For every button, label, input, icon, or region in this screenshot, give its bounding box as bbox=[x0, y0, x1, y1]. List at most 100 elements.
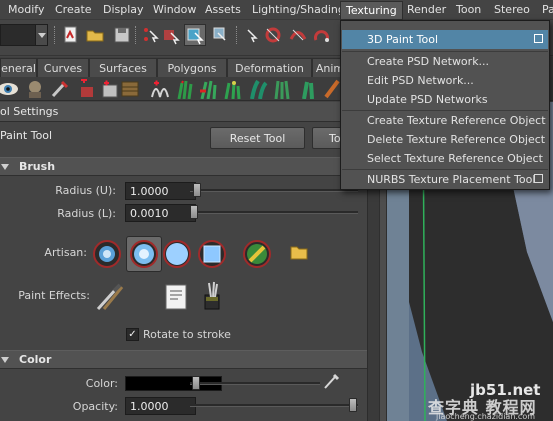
flowers-icon[interactable] bbox=[222, 79, 242, 100]
paint-brush-icon[interactable] bbox=[50, 79, 70, 99]
menu-item-update-psd-networks[interactable]: Update PSD Networks bbox=[342, 90, 548, 109]
grass-icon[interactable] bbox=[176, 79, 196, 100]
select-object-icon[interactable] bbox=[160, 24, 182, 46]
head-icon[interactable] bbox=[25, 79, 45, 99]
brush-profile-square-icon[interactable] bbox=[197, 239, 227, 269]
watermark-url: jiaocheng.chazidian.com bbox=[436, 412, 536, 421]
collapse-triangle-icon[interactable] bbox=[1, 164, 9, 170]
color-slider-handle[interactable] bbox=[192, 376, 200, 390]
radius-l-field[interactable]: 0.0010 bbox=[125, 204, 196, 222]
brush-presets-icon[interactable] bbox=[164, 283, 188, 311]
menu-lighting-shading[interactable]: Lighting/Shading bbox=[252, 3, 345, 16]
menu-item-label: Create Texture Reference Object bbox=[367, 114, 546, 127]
opacity-slider-handle[interactable] bbox=[349, 398, 357, 412]
menu-display[interactable]: Display bbox=[103, 3, 144, 16]
paint-brushes-icon[interactable] bbox=[94, 283, 126, 311]
radius-u-slider-track[interactable] bbox=[190, 189, 358, 192]
menu-toon[interactable]: Toon bbox=[456, 3, 481, 16]
menu-window[interactable]: Window bbox=[153, 3, 196, 16]
toolbar-separator bbox=[135, 26, 137, 44]
brush-section-header[interactable]: Brush bbox=[0, 157, 367, 176]
component-mode-icon[interactable] bbox=[210, 24, 232, 46]
rotate-to-stroke-checkbox[interactable]: ✓ bbox=[126, 328, 139, 341]
select-component-icon[interactable] bbox=[184, 24, 206, 46]
menu-item-create-texture-reference[interactable]: Create Texture Reference Object bbox=[342, 111, 548, 130]
brush-strokes-icon[interactable] bbox=[150, 79, 170, 99]
brush-profile-image-icon[interactable] bbox=[242, 239, 272, 269]
menu-render[interactable]: Render bbox=[407, 3, 446, 16]
collapse-triangle-icon[interactable] bbox=[1, 357, 9, 363]
snap-point-icon[interactable] bbox=[311, 24, 333, 46]
menu-bar: Modify Create Display Window Assets Ligh… bbox=[0, 0, 553, 20]
brush-profile-solid-icon[interactable] bbox=[162, 239, 192, 269]
folder-icon[interactable] bbox=[290, 244, 308, 260]
menu-item-create-psd-network[interactable]: Create PSD Network... bbox=[342, 52, 548, 71]
menu-item-label: NURBS Texture Placement Tool bbox=[367, 173, 536, 186]
brush-profile-gaussian-icon[interactable] bbox=[129, 239, 159, 269]
reset-tool-button[interactable]: Reset Tool bbox=[210, 127, 305, 149]
radius-l-slider-handle[interactable] bbox=[190, 205, 198, 219]
toolbar-separator bbox=[54, 26, 56, 44]
menu-assets[interactable]: Assets bbox=[205, 3, 241, 16]
color-label: Color: bbox=[85, 377, 118, 390]
menu-modify[interactable]: Modify bbox=[8, 3, 44, 16]
menu-item-select-texture-reference[interactable]: Select Texture Reference Object bbox=[342, 149, 548, 168]
new-scene-icon[interactable] bbox=[60, 24, 82, 46]
radius-u-label: Radius (U): bbox=[55, 184, 116, 197]
menu-item-label: Select Texture Reference Object bbox=[367, 152, 543, 165]
eyedropper-icon[interactable] bbox=[322, 372, 340, 390]
menu-item-delete-texture-reference[interactable]: Delete Texture Reference Object bbox=[342, 130, 548, 149]
tab-general[interactable]: eneral bbox=[0, 58, 37, 77]
menu-item-nurbs-texture-placement[interactable]: NURBS Texture Placement Tool bbox=[342, 170, 548, 189]
paint-box-icon[interactable] bbox=[100, 79, 120, 99]
tab-polygons[interactable]: Polygons bbox=[157, 58, 227, 77]
opacity-slider-track[interactable] bbox=[190, 404, 358, 407]
open-folder-icon[interactable] bbox=[84, 24, 106, 46]
select-by-handle-icon[interactable] bbox=[242, 24, 264, 46]
brush-profile-soft-icon[interactable] bbox=[92, 239, 122, 269]
menu-item-edit-psd-network[interactable]: Edit PSD Network... bbox=[342, 71, 548, 90]
save-icon[interactable] bbox=[111, 24, 133, 46]
radius-l-label: Radius (L): bbox=[57, 207, 116, 220]
menu-set-dropdown[interactable] bbox=[0, 24, 48, 46]
plants-icon[interactable] bbox=[198, 79, 218, 100]
select-hierarchy-icon[interactable] bbox=[140, 24, 162, 46]
option-box-icon[interactable] bbox=[534, 174, 543, 183]
tab-surfaces[interactable]: Surfaces bbox=[89, 58, 157, 77]
texture-crate-icon[interactable] bbox=[120, 79, 140, 99]
snap-curve-icon[interactable] bbox=[287, 24, 309, 46]
menu-create[interactable]: Create bbox=[55, 3, 92, 16]
paint-can-icon[interactable] bbox=[202, 281, 222, 311]
opacity-field[interactable]: 1.0000 bbox=[125, 397, 196, 415]
radius-l-slider-track[interactable] bbox=[190, 211, 358, 214]
brush-section-label: Brush bbox=[19, 160, 56, 173]
menu-item-label: 3D Paint Tool bbox=[367, 33, 439, 46]
menu-more[interactable]: Pa bbox=[542, 3, 553, 16]
feathers-icon[interactable] bbox=[248, 79, 268, 100]
tab-deformation[interactable]: Deformation bbox=[227, 58, 312, 77]
tool-settings-toolbar: Paint Tool Reset Tool To bbox=[0, 123, 367, 153]
color-section-header[interactable]: Color bbox=[0, 350, 367, 369]
hair-icon[interactable] bbox=[272, 79, 292, 100]
radius-u-field[interactable]: 1.0000 bbox=[125, 182, 196, 200]
current-tool-name: Paint Tool bbox=[0, 129, 53, 142]
tool-settings-title: ol Settings bbox=[0, 105, 59, 118]
chevron-down-icon[interactable] bbox=[35, 25, 47, 45]
trees-icon[interactable] bbox=[298, 79, 318, 100]
menu-texturing[interactable]: Texturing bbox=[340, 1, 403, 20]
color-panel: Color: Opacity: 1.0000 bbox=[0, 369, 367, 421]
radius-u-slider-handle[interactable] bbox=[193, 183, 201, 197]
eye-icon[interactable] bbox=[0, 79, 20, 99]
opacity-label: Opacity: bbox=[72, 400, 118, 413]
snap-grid-icon[interactable] bbox=[262, 24, 284, 46]
menu-item-label: Create PSD Network... bbox=[367, 55, 490, 68]
paint-add-icon[interactable] bbox=[77, 77, 97, 99]
menu-stereo[interactable]: Stereo bbox=[494, 3, 530, 16]
tab-curves[interactable]: Curves bbox=[37, 58, 89, 77]
color-section-label: Color bbox=[19, 353, 52, 366]
menu-item-3d-paint-tool[interactable]: 3D Paint Tool bbox=[342, 30, 548, 49]
rotate-to-stroke-label: Rotate to stroke bbox=[143, 328, 231, 341]
branches-icon[interactable] bbox=[322, 79, 342, 99]
option-box-icon[interactable] bbox=[534, 34, 543, 43]
color-slider-track[interactable] bbox=[190, 382, 320, 385]
